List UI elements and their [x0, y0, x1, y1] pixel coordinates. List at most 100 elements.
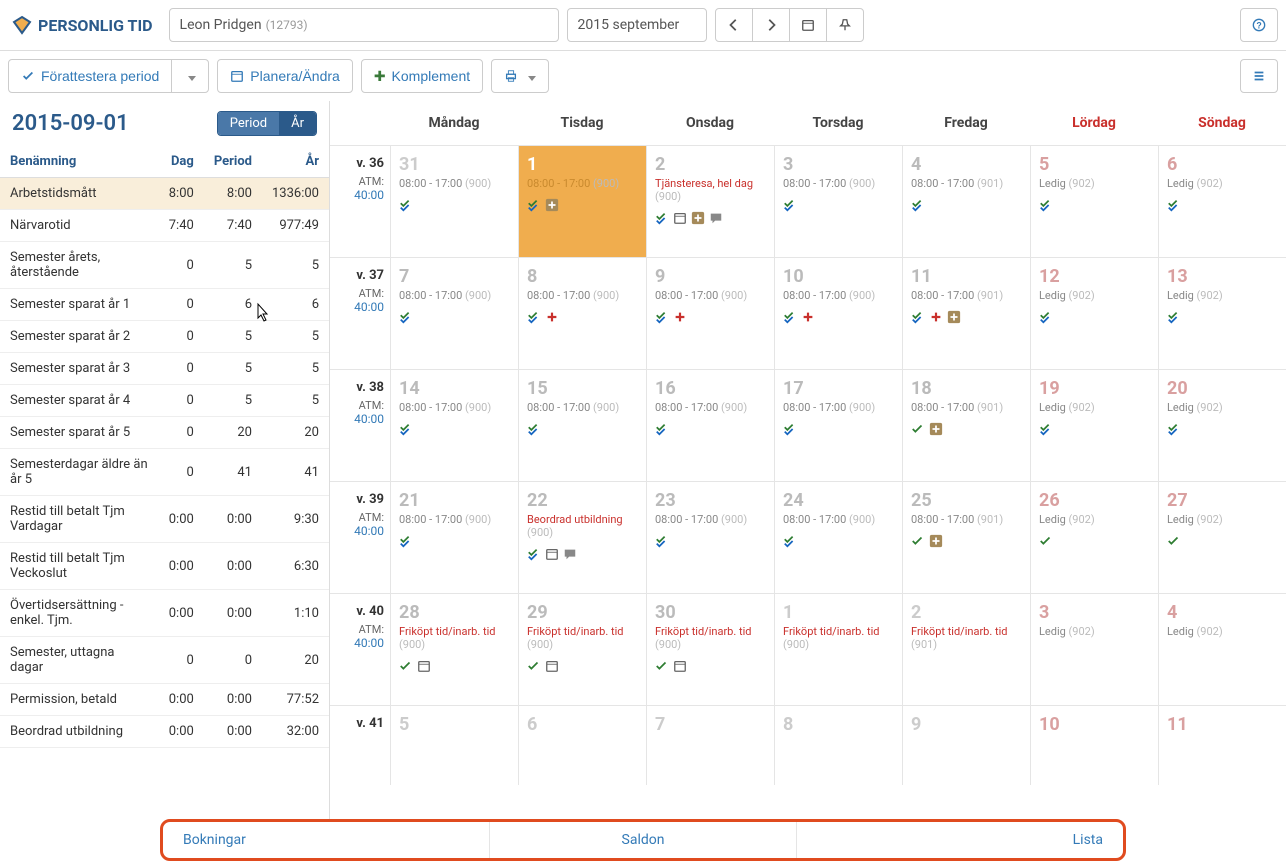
double-check-icon [911, 310, 925, 324]
pin-button[interactable] [826, 8, 864, 42]
day-cell[interactable]: 4Ledig (902) [1158, 594, 1286, 705]
day-header: Onsdag [646, 101, 774, 145]
day-cell[interactable]: 108:00 - 17:00 (900) [518, 146, 646, 257]
double-check-icon [655, 310, 669, 324]
table-row[interactable]: Semester årets, återstående055 [0, 242, 329, 289]
double-check-icon [1039, 422, 1053, 436]
double-check-icon [1167, 198, 1181, 212]
day-cell[interactable]: 2508:00 - 17:00 (901) [902, 482, 1030, 593]
day-cell[interactable]: 1508:00 - 17:00 (900) [518, 370, 646, 481]
period-year-toggle[interactable]: Period År [217, 111, 317, 136]
day-cell[interactable]: 11 [1158, 706, 1286, 785]
plus-box-icon [929, 534, 943, 548]
double-check-icon [783, 534, 797, 548]
check-icon [911, 534, 925, 548]
table-row[interactable]: Semester sparat år 1066 [0, 289, 329, 321]
complement-button[interactable]: ✚ Komplement [361, 59, 483, 93]
day-cell[interactable]: 1408:00 - 17:00 (900) [390, 370, 518, 481]
day-cell[interactable]: 30Friköpt tid/inarb. tid (900) [646, 594, 774, 705]
double-check-icon [655, 534, 669, 548]
check-icon [1039, 534, 1053, 548]
day-cell[interactable]: 3Ledig (902) [1030, 594, 1158, 705]
table-row[interactable]: Semester sparat år 2055 [0, 321, 329, 353]
day-cell[interactable]: 22Beordrad utbildning (900) [518, 482, 646, 593]
table-row[interactable]: Restid till betalt Tjm Veckoslut0:000:00… [0, 543, 329, 590]
toggle-year[interactable]: År [279, 112, 316, 135]
day-cell[interactable]: 2108:00 - 17:00 (900) [390, 482, 518, 593]
day-cell[interactable]: 2Friköpt tid/inarb. tid (901) [902, 594, 1030, 705]
day-cell[interactable]: 29Friköpt tid/inarb. tid (900) [518, 594, 646, 705]
calendar-small-icon [673, 211, 687, 225]
day-cell[interactable]: 1008:00 - 17:00 (900) [774, 258, 902, 369]
calendar-button[interactable] [789, 8, 827, 42]
day-cell[interactable]: 2408:00 - 17:00 (900) [774, 482, 902, 593]
day-cell[interactable]: 5 [390, 706, 518, 785]
day-cell[interactable]: 2308:00 - 17:00 (900) [646, 482, 774, 593]
table-row[interactable]: Semester, uttagna dagar0020 [0, 637, 329, 684]
double-check-icon [1039, 310, 1053, 324]
day-cell[interactable]: 7 [646, 706, 774, 785]
double-check-icon [1167, 310, 1181, 324]
day-cell[interactable]: 1708:00 - 17:00 (900) [774, 370, 902, 481]
tab-saldon[interactable]: Saldon [490, 822, 797, 858]
app-title: PERSONLIG TID [38, 16, 153, 35]
tab-bokningar[interactable]: Bokningar [163, 822, 490, 858]
table-row[interactable]: Närvarotid7:407:40977:49 [0, 210, 329, 242]
day-cell[interactable]: 26Ledig (902) [1030, 482, 1158, 593]
day-cell[interactable]: 408:00 - 17:00 (901) [902, 146, 1030, 257]
day-cell[interactable]: 13Ledig (902) [1158, 258, 1286, 369]
day-cell[interactable]: 20Ledig (902) [1158, 370, 1286, 481]
check-icon [1167, 534, 1181, 548]
week-label: v. 41 [330, 706, 390, 785]
day-cell[interactable]: 708:00 - 17:00 (900) [390, 258, 518, 369]
table-row[interactable]: Semester sparat år 4055 [0, 385, 329, 417]
day-cell[interactable]: 3108:00 - 17:00 (900) [390, 146, 518, 257]
day-header: Torsdag [774, 101, 902, 145]
menu-button[interactable] [1240, 59, 1278, 93]
day-cell[interactable]: 5Ledig (902) [1030, 146, 1158, 257]
table-row[interactable]: Övertidsersättning - enkel. Tjm.0:000:00… [0, 590, 329, 637]
help-button[interactable]: ? [1240, 8, 1278, 42]
day-cell[interactable]: 10 [1030, 706, 1158, 785]
month-select[interactable]: 2015 september [567, 8, 707, 42]
day-cell[interactable]: 2Tjänsteresa, hel dag (900) [646, 146, 774, 257]
check-icon [21, 69, 35, 83]
table-row[interactable]: Semesterdagar äldre än år 504141 [0, 449, 329, 496]
double-check-icon [1039, 198, 1053, 212]
table-row[interactable]: Beordrad utbildning0:000:0032:00 [0, 716, 329, 748]
table-row[interactable]: Arbetstidsmått8:008:001336:00 [0, 178, 329, 210]
tab-lista[interactable]: Lista [797, 822, 1123, 858]
day-cell[interactable]: 308:00 - 17:00 (900) [774, 146, 902, 257]
day-cell[interactable]: 6Ledig (902) [1158, 146, 1286, 257]
toggle-period[interactable]: Period [218, 112, 279, 135]
table-row[interactable]: Restid till betalt Tjm Vardagar0:000:009… [0, 496, 329, 543]
check-icon [399, 659, 413, 673]
day-cell[interactable]: 27Ledig (902) [1158, 482, 1286, 593]
day-cell[interactable]: 808:00 - 17:00 (900) [518, 258, 646, 369]
day-cell[interactable]: 9 [902, 706, 1030, 785]
day-cell[interactable]: 908:00 - 17:00 (900) [646, 258, 774, 369]
person-select[interactable]: Leon Pridgen (12793) [169, 8, 559, 42]
next-month-button[interactable] [752, 8, 790, 42]
prev-month-button[interactable] [715, 8, 753, 42]
table-row[interactable]: Semester sparat år 502020 [0, 417, 329, 449]
table-row[interactable]: Semester sparat år 3055 [0, 353, 329, 385]
print-button[interactable] [491, 59, 549, 93]
plus-red-icon [545, 310, 559, 324]
day-cell[interactable]: 1108:00 - 17:00 (901) [902, 258, 1030, 369]
day-cell[interactable]: 1608:00 - 17:00 (900) [646, 370, 774, 481]
selected-date: 2015-09-01 [12, 111, 129, 136]
day-cell[interactable]: 8 [774, 706, 902, 785]
day-cell[interactable]: 6 [518, 706, 646, 785]
double-check-icon [655, 422, 669, 436]
bottom-tabs: Bokningar Saldon Lista [160, 819, 1126, 861]
day-cell[interactable]: 1808:00 - 17:00 (901) [902, 370, 1030, 481]
attest-button[interactable]: Förattestera period [8, 59, 172, 93]
table-row[interactable]: Permission, betald0:000:0077:52 [0, 684, 329, 716]
day-cell[interactable]: 28Friköpt tid/inarb. tid (900) [390, 594, 518, 705]
day-cell[interactable]: 19Ledig (902) [1030, 370, 1158, 481]
day-cell[interactable]: 1Friköpt tid/inarb. tid (900) [774, 594, 902, 705]
attest-dropdown[interactable] [171, 59, 209, 93]
day-cell[interactable]: 12Ledig (902) [1030, 258, 1158, 369]
plan-button[interactable]: Planera/Ändra [217, 59, 353, 93]
